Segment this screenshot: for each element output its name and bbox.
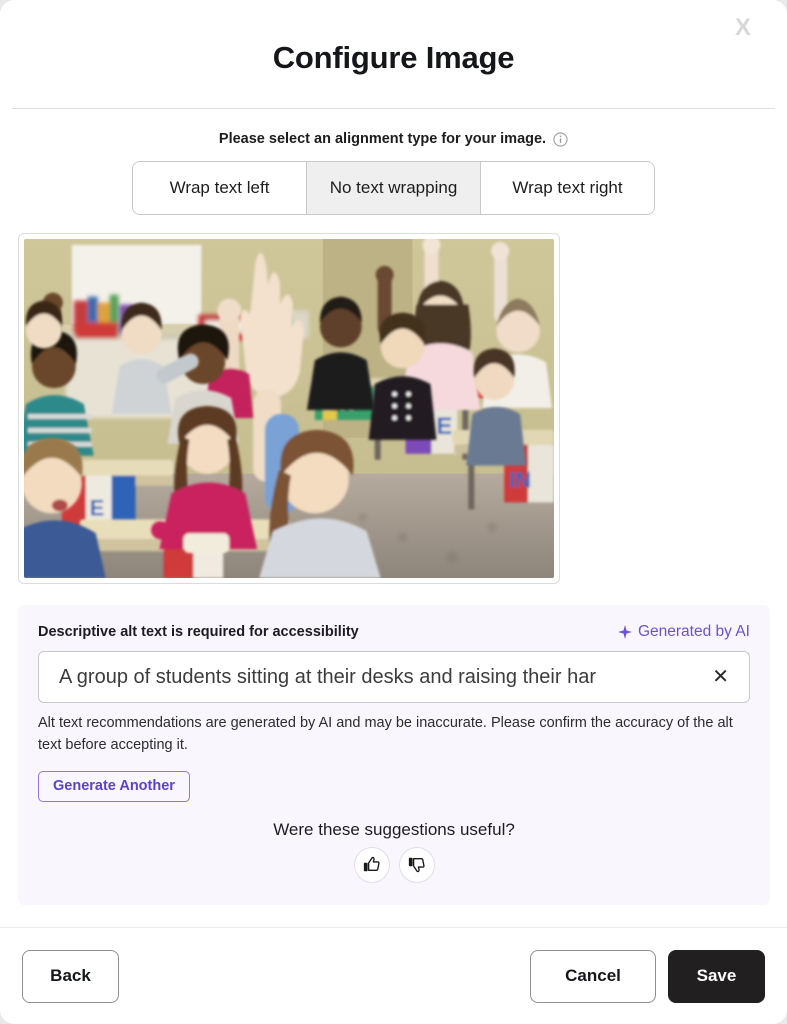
cancel-button[interactable]: Cancel — [530, 949, 656, 1003]
generated-by-ai-badge[interactable]: Generated by AI — [617, 623, 750, 641]
svg-text:IN: IN — [509, 468, 531, 493]
page-title: Configure Image — [272, 40, 515, 75]
dialog-footer: Back Cancel Save — [0, 928, 787, 1024]
thumbs-down-icon — [408, 856, 425, 873]
alignment-prompt-label: Please select an alignment type for your… — [218, 131, 547, 147]
info-circle-icon[interactable] — [553, 131, 568, 147]
configure-image-dialog: X Configure Image Please select an align… — [0, 0, 787, 1024]
alt-text-helper-text: Alt text recommendations are generated b… — [38, 715, 733, 754]
svg-text:E: E — [90, 495, 105, 520]
segment-wrap-text-right[interactable]: Wrap text right — [481, 162, 654, 214]
alignment-segmented-control[interactable]: Wrap text left No text wrapping Wrap tex… — [132, 161, 655, 215]
generated-by-ai-label: Generated by AI — [637, 623, 750, 640]
back-button[interactable]: Back — [22, 949, 119, 1003]
thumbs-down-button[interactable] — [398, 846, 435, 883]
thumbs-up-button[interactable] — [353, 846, 390, 883]
alt-text-label: Descriptive alt text is required for acc… — [38, 624, 359, 640]
feedback-question: Were these suggestions useful? — [273, 819, 515, 839]
image-preview-frame[interactable]: E IN S R — [18, 233, 560, 584]
clear-alt-text-icon[interactable]: ✕ — [708, 665, 733, 689]
image-preview: E IN S R — [24, 239, 554, 578]
alt-text-input-wrapper[interactable]: ✕ — [38, 651, 750, 703]
svg-text:E: E — [436, 413, 452, 440]
sparkle-icon — [617, 625, 632, 639]
feedback-section: Were these suggestions useful? — [38, 820, 750, 883]
header-divider — [12, 108, 775, 109]
segment-wrap-text-left[interactable]: Wrap text left — [133, 162, 307, 214]
alt-text-input[interactable] — [59, 665, 709, 689]
save-button[interactable]: Save — [668, 949, 765, 1003]
thumbs-up-icon — [363, 856, 380, 873]
generate-another-button[interactable]: Generate Another — [38, 770, 190, 802]
feedback-buttons — [38, 846, 750, 883]
alt-text-panel: Descriptive alt text is required for acc… — [18, 605, 770, 905]
alt-text-header: Descriptive alt text is required for acc… — [38, 623, 750, 641]
close-icon[interactable]: X — [731, 12, 755, 44]
segment-no-text-wrapping[interactable]: No text wrapping — [307, 162, 481, 214]
alignment-prompt: Please select an alignment type for your… — [0, 131, 787, 147]
